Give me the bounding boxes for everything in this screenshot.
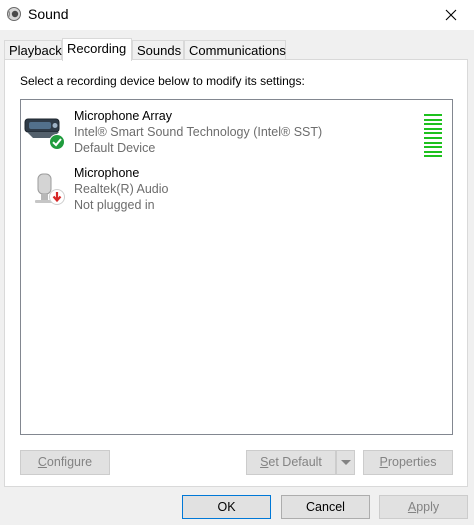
- configure-button[interactable]: Configure: [20, 450, 110, 475]
- level-bar: [424, 123, 442, 126]
- tab-sounds[interactable]: Sounds: [132, 40, 184, 60]
- level-bar: [424, 137, 442, 139]
- level-bar: [424, 114, 442, 116]
- tab-communications[interactable]: Communications: [184, 40, 286, 60]
- set-default-dropdown-button[interactable]: [336, 450, 355, 475]
- device-list[interactable]: Microphone Array Intel® Smart Sound Tech…: [20, 99, 453, 435]
- cancel-button[interactable]: Cancel: [281, 495, 370, 519]
- configure-label: onfigure: [46, 455, 93, 469]
- device-status: Default Device: [74, 141, 156, 155]
- set-default-label: et Default: [268, 455, 322, 469]
- device-description: Realtek(R) Audio: [74, 182, 169, 196]
- device-name: Microphone Array: [74, 109, 172, 123]
- recording-panel: Select a recording device below to modif…: [4, 59, 468, 487]
- window-title: Sound: [28, 6, 69, 22]
- device-item-microphone[interactable]: Microphone Realtek(R) Audio Not plugged …: [21, 166, 452, 222]
- configure-mnemonic: C: [37, 455, 47, 469]
- tab-playback[interactable]: Playback: [4, 40, 62, 60]
- set-default-button[interactable]: Set Default: [246, 450, 336, 475]
- green-check-icon: [49, 134, 65, 150]
- device-item-microphone-array[interactable]: Microphone Array Intel® Smart Sound Tech…: [21, 109, 452, 165]
- chevron-down-icon: [340, 460, 351, 465]
- title-bar: Sound: [0, 0, 474, 30]
- device-status: Not plugged in: [74, 198, 155, 212]
- device-description: Intel® Smart Sound Technology (Intel® SS…: [74, 125, 323, 139]
- level-bar: [424, 132, 442, 135]
- ok-button[interactable]: OK: [182, 495, 271, 519]
- device-name: Microphone: [74, 166, 140, 180]
- properties-button[interactable]: Properties: [363, 450, 453, 475]
- level-bar: [424, 150, 442, 153]
- apply-label: pply: [416, 500, 440, 514]
- apply-button[interactable]: Apply: [379, 495, 468, 519]
- speaker-icon: [7, 7, 21, 21]
- level-bar: [424, 155, 442, 158]
- red-down-arrow-icon: [49, 189, 65, 205]
- properties-mnemonic: P: [379, 455, 388, 469]
- properties-label: roperties: [387, 455, 437, 469]
- level-meter: [424, 114, 442, 160]
- level-bar: [424, 141, 442, 144]
- instruction-text: Select a recording device below to modif…: [20, 74, 305, 88]
- tab-recording[interactable]: Recording: [62, 38, 132, 61]
- level-bar: [424, 127, 442, 130]
- level-bar: [424, 118, 442, 121]
- close-icon: [445, 9, 457, 21]
- level-bar: [424, 146, 442, 149]
- close-button[interactable]: [428, 0, 474, 30]
- apply-mnemonic: A: [407, 500, 417, 514]
